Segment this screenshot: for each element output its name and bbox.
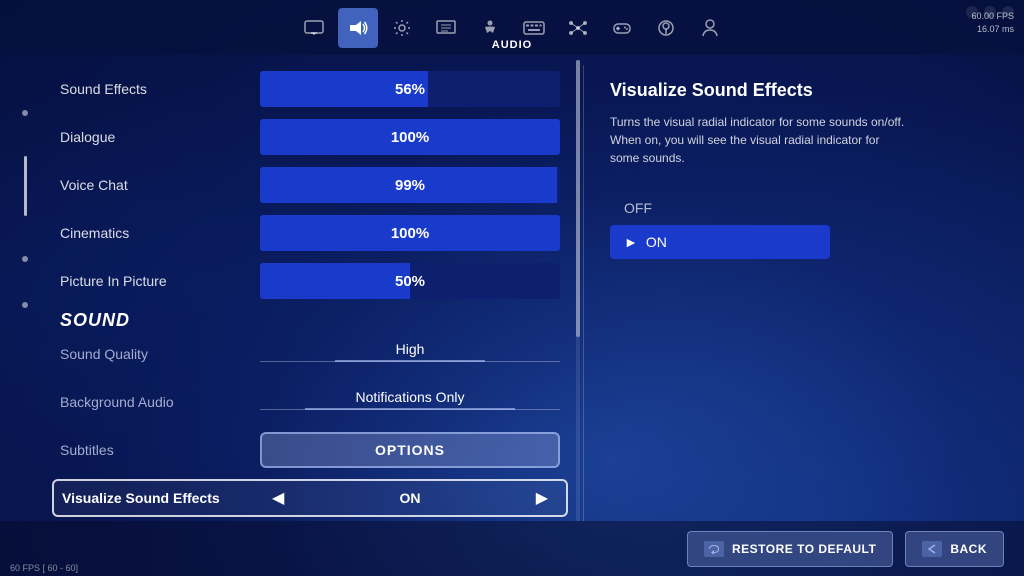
sidebar-dot-3 xyxy=(22,302,28,308)
restore-to-default-label: RESTORE TO DEFAULT xyxy=(732,542,876,556)
label-sound-effects: Sound Effects xyxy=(60,81,260,97)
slider-voice-chat[interactable]: 99% xyxy=(260,167,560,203)
background-audio-control[interactable]: Notifications Only xyxy=(260,389,560,416)
settings-list: Sound Effects 56% Dialogue 100% Voice Ch… xyxy=(40,60,580,521)
back-icon xyxy=(922,541,942,557)
visualize-sound-control[interactable]: ◀ ON ▶ xyxy=(262,488,558,508)
main-content: Sound Effects 56% Dialogue 100% Voice Ch… xyxy=(40,60,580,521)
label-cinematics: Cinematics xyxy=(60,225,260,241)
fps-counter: 60.00 FPS 16.07 ms xyxy=(971,10,1014,35)
slider-sound-effects[interactable]: 56% xyxy=(260,71,560,107)
setting-row-sound-quality: Sound Quality High xyxy=(60,335,560,373)
label-dialogue: Dialogue xyxy=(60,129,260,145)
label-pip: Picture In Picture xyxy=(60,273,260,289)
slider-dialogue-value: 100% xyxy=(391,129,429,146)
slider-pip-value: 50% xyxy=(395,273,425,290)
arrow-left-icon[interactable]: ◀ xyxy=(272,488,284,508)
nav-icon-display[interactable] xyxy=(426,8,466,48)
right-panel-title: Visualize Sound Effects xyxy=(610,80,994,101)
left-sidebar xyxy=(10,80,40,516)
sound-label: SOUND xyxy=(60,310,130,330)
slider-voice-chat-value: 99% xyxy=(395,177,425,194)
label-voice-chat: Voice Chat xyxy=(60,177,260,193)
sound-quality-value: High xyxy=(260,341,560,357)
toggle-option-on[interactable]: ► ON xyxy=(610,225,830,259)
setting-row-background-audio: Background Audio Notifications Only xyxy=(60,383,560,421)
panel-divider xyxy=(583,65,584,521)
setting-row-dialogue: Dialogue 100% xyxy=(60,118,560,156)
sidebar-line xyxy=(24,156,27,216)
top-nav: AUDIO xyxy=(0,0,1024,55)
toggle-on-label: ON xyxy=(646,234,667,250)
sound-quality-control[interactable]: High xyxy=(260,341,560,368)
slider-pip[interactable]: 50% xyxy=(260,263,560,299)
visualize-sound-value: ON xyxy=(400,490,421,506)
setting-row-voice-chat: Voice Chat 99% xyxy=(60,166,560,204)
restore-icon xyxy=(704,541,724,557)
bottom-bar: RESTORE TO DEFAULT BACK xyxy=(0,521,1024,576)
toggle-on-arrow-icon: ► xyxy=(624,234,638,250)
label-background-audio: Background Audio xyxy=(60,394,260,410)
background-audio-value: Notifications Only xyxy=(260,389,560,405)
nav-icon-joystick[interactable] xyxy=(646,8,686,48)
slider-cinematics-value: 100% xyxy=(391,225,429,242)
scroll-indicator[interactable] xyxy=(576,60,580,521)
fps-line1: 60.00 FPS xyxy=(971,10,1014,23)
nav-title: AUDIO xyxy=(492,39,532,51)
nav-icon-audio[interactable] xyxy=(338,8,378,48)
slider-cinematics[interactable]: 100% xyxy=(260,215,560,251)
toggle-off-label: OFF xyxy=(624,200,652,216)
nav-icon-settings[interactable] xyxy=(382,8,422,48)
setting-row-subtitles: Subtitles OPTIONS xyxy=(60,431,560,469)
fps-bottom: 60 FPS [ 60 - 60] xyxy=(10,563,78,573)
sidebar-dot-1 xyxy=(22,110,28,116)
slider-dialogue[interactable]: 100% xyxy=(260,119,560,155)
nav-icon-profile[interactable] xyxy=(690,8,730,48)
label-visualize-sound: Visualize Sound Effects xyxy=(62,490,262,506)
label-subtitles: Subtitles xyxy=(60,442,260,458)
subtitles-options-button[interactable]: OPTIONS xyxy=(260,432,560,468)
scroll-thumb xyxy=(576,60,580,337)
sound-section-header: SOUND xyxy=(60,310,560,331)
nav-icon-network[interactable] xyxy=(558,8,598,48)
subtitles-options-label: OPTIONS xyxy=(375,442,445,458)
fps-line2: 16.07 ms xyxy=(971,23,1014,36)
setting-row-sound-effects: Sound Effects 56% xyxy=(60,70,560,108)
label-sound-quality: Sound Quality xyxy=(60,346,260,362)
setting-row-cinematics: Cinematics 100% xyxy=(60,214,560,252)
back-label: BACK xyxy=(950,542,987,556)
nav-icon-monitor[interactable] xyxy=(294,8,334,48)
setting-row-visualize-sound[interactable]: Visualize Sound Effects ◀ ON ▶ xyxy=(52,479,568,517)
nav-icon-gamepad[interactable] xyxy=(602,8,642,48)
arrow-right-icon[interactable]: ▶ xyxy=(536,488,548,508)
sidebar-dot-2 xyxy=(22,256,28,262)
right-panel: Visualize Sound Effects Turns the visual… xyxy=(590,60,1014,521)
back-button[interactable]: BACK xyxy=(905,531,1004,567)
right-panel-description: Turns the visual radial indicator for so… xyxy=(610,113,910,167)
setting-row-pip: Picture In Picture 50% xyxy=(60,262,560,300)
restore-to-default-button[interactable]: RESTORE TO DEFAULT xyxy=(687,531,893,567)
toggle-option-off[interactable]: OFF xyxy=(610,191,830,225)
slider-sound-effects-value: 56% xyxy=(395,81,425,98)
